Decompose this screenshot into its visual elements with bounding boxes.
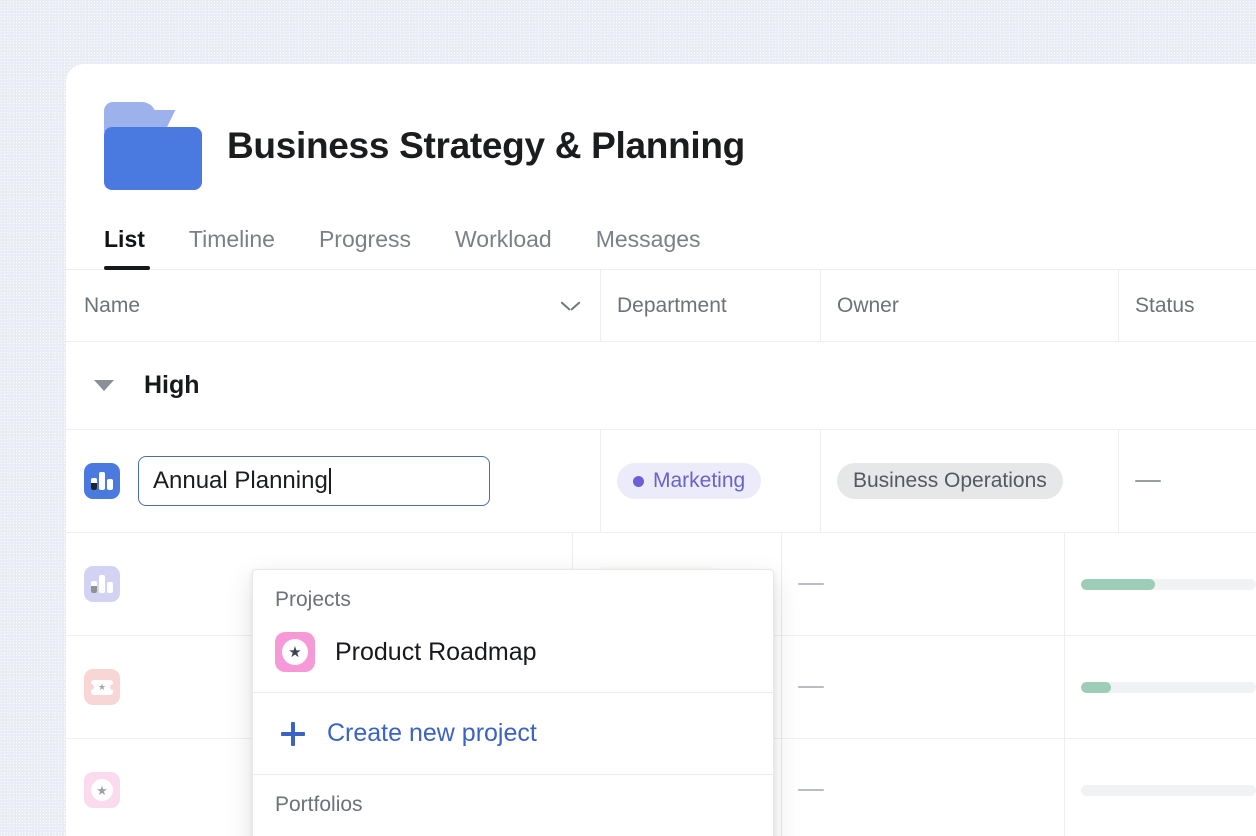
column-header-department[interactable]: Department xyxy=(601,270,821,341)
department-dot-icon xyxy=(633,476,644,487)
column-header-name[interactable]: Name xyxy=(66,270,601,341)
row-status-cell[interactable] xyxy=(1119,430,1256,532)
create-new-project-label: Create new project xyxy=(327,719,537,748)
dropdown-section-portfolios-label: Portfolios xyxy=(253,775,773,827)
card-header: Business Strategy & Planning xyxy=(66,64,1256,190)
status-empty-dash xyxy=(1135,480,1161,483)
plus-icon xyxy=(281,722,305,746)
row-owner-cell[interactable] xyxy=(782,739,1065,836)
column-header-status[interactable]: Status xyxy=(1119,270,1256,341)
ticket-icon: ★ xyxy=(84,669,120,705)
group-row-high: High xyxy=(66,342,1256,430)
row-department-cell[interactable]: Marketing xyxy=(601,430,821,532)
department-badge-label: Marketing xyxy=(653,469,745,493)
column-header-owner[interactable]: Owner xyxy=(821,270,1119,341)
dropdown-item-product-roadmap[interactable]: ★ Product Roadmap xyxy=(253,622,773,692)
dropdown-item-gtm-strategy[interactable]: GTM Strategy xyxy=(253,827,773,836)
text-cursor xyxy=(329,468,331,494)
dropdown-section-projects-label: Projects xyxy=(253,570,773,622)
group-label: High xyxy=(144,371,200,400)
row-status-cell[interactable] xyxy=(1065,739,1256,836)
owner-empty-dash xyxy=(798,789,824,792)
owner-empty-dash xyxy=(798,686,824,689)
tab-workload[interactable]: Workload xyxy=(437,226,578,269)
chevron-down-icon[interactable] xyxy=(561,300,580,311)
dropdown-item-label: Product Roadmap xyxy=(335,638,537,667)
progress-bar xyxy=(1081,682,1256,693)
row-owner-cell[interactable]: Business Operations xyxy=(821,430,1119,532)
task-name-input-value: Annual Planning xyxy=(153,467,328,495)
tab-progress[interactable]: Progress xyxy=(301,226,437,269)
board-icon xyxy=(84,566,120,602)
project-card: Business Strategy & Planning List Timeli… xyxy=(66,64,1256,836)
owner-empty-dash xyxy=(798,583,824,586)
tab-messages[interactable]: Messages xyxy=(578,226,727,269)
table-header-row: Name Department Owner Status xyxy=(66,270,1256,342)
owner-badge[interactable]: Business Operations xyxy=(837,463,1063,499)
tab-timeline[interactable]: Timeline xyxy=(171,226,301,269)
progress-bar xyxy=(1081,579,1256,590)
board-icon xyxy=(84,463,120,499)
table-row[interactable]: Annual Planning Marketing Business Opera… xyxy=(66,430,1256,533)
row-owner-cell[interactable] xyxy=(782,636,1065,738)
star-icon: ★ xyxy=(84,772,120,808)
department-badge[interactable]: Marketing xyxy=(617,463,761,499)
row-owner-cell[interactable] xyxy=(782,533,1065,635)
page-title: Business Strategy & Planning xyxy=(227,125,745,167)
create-new-project-button[interactable]: Create new project xyxy=(253,693,773,774)
caret-down-icon[interactable] xyxy=(94,380,114,391)
row-status-cell[interactable] xyxy=(1065,533,1256,635)
tab-list[interactable]: List xyxy=(104,226,171,269)
row-status-cell[interactable] xyxy=(1065,636,1256,738)
row-name-cell[interactable]: Annual Planning xyxy=(66,430,601,532)
star-badge-icon: ★ xyxy=(275,632,315,672)
task-name-input[interactable]: Annual Planning xyxy=(138,456,490,506)
progress-bar xyxy=(1081,785,1256,796)
project-autocomplete-dropdown: Projects ★ Product Roadmap Create new pr… xyxy=(252,569,774,836)
folder-icon xyxy=(104,102,202,190)
column-header-name-label: Name xyxy=(84,294,140,318)
view-tabs: List Timeline Progress Workload Messages xyxy=(66,190,1256,270)
